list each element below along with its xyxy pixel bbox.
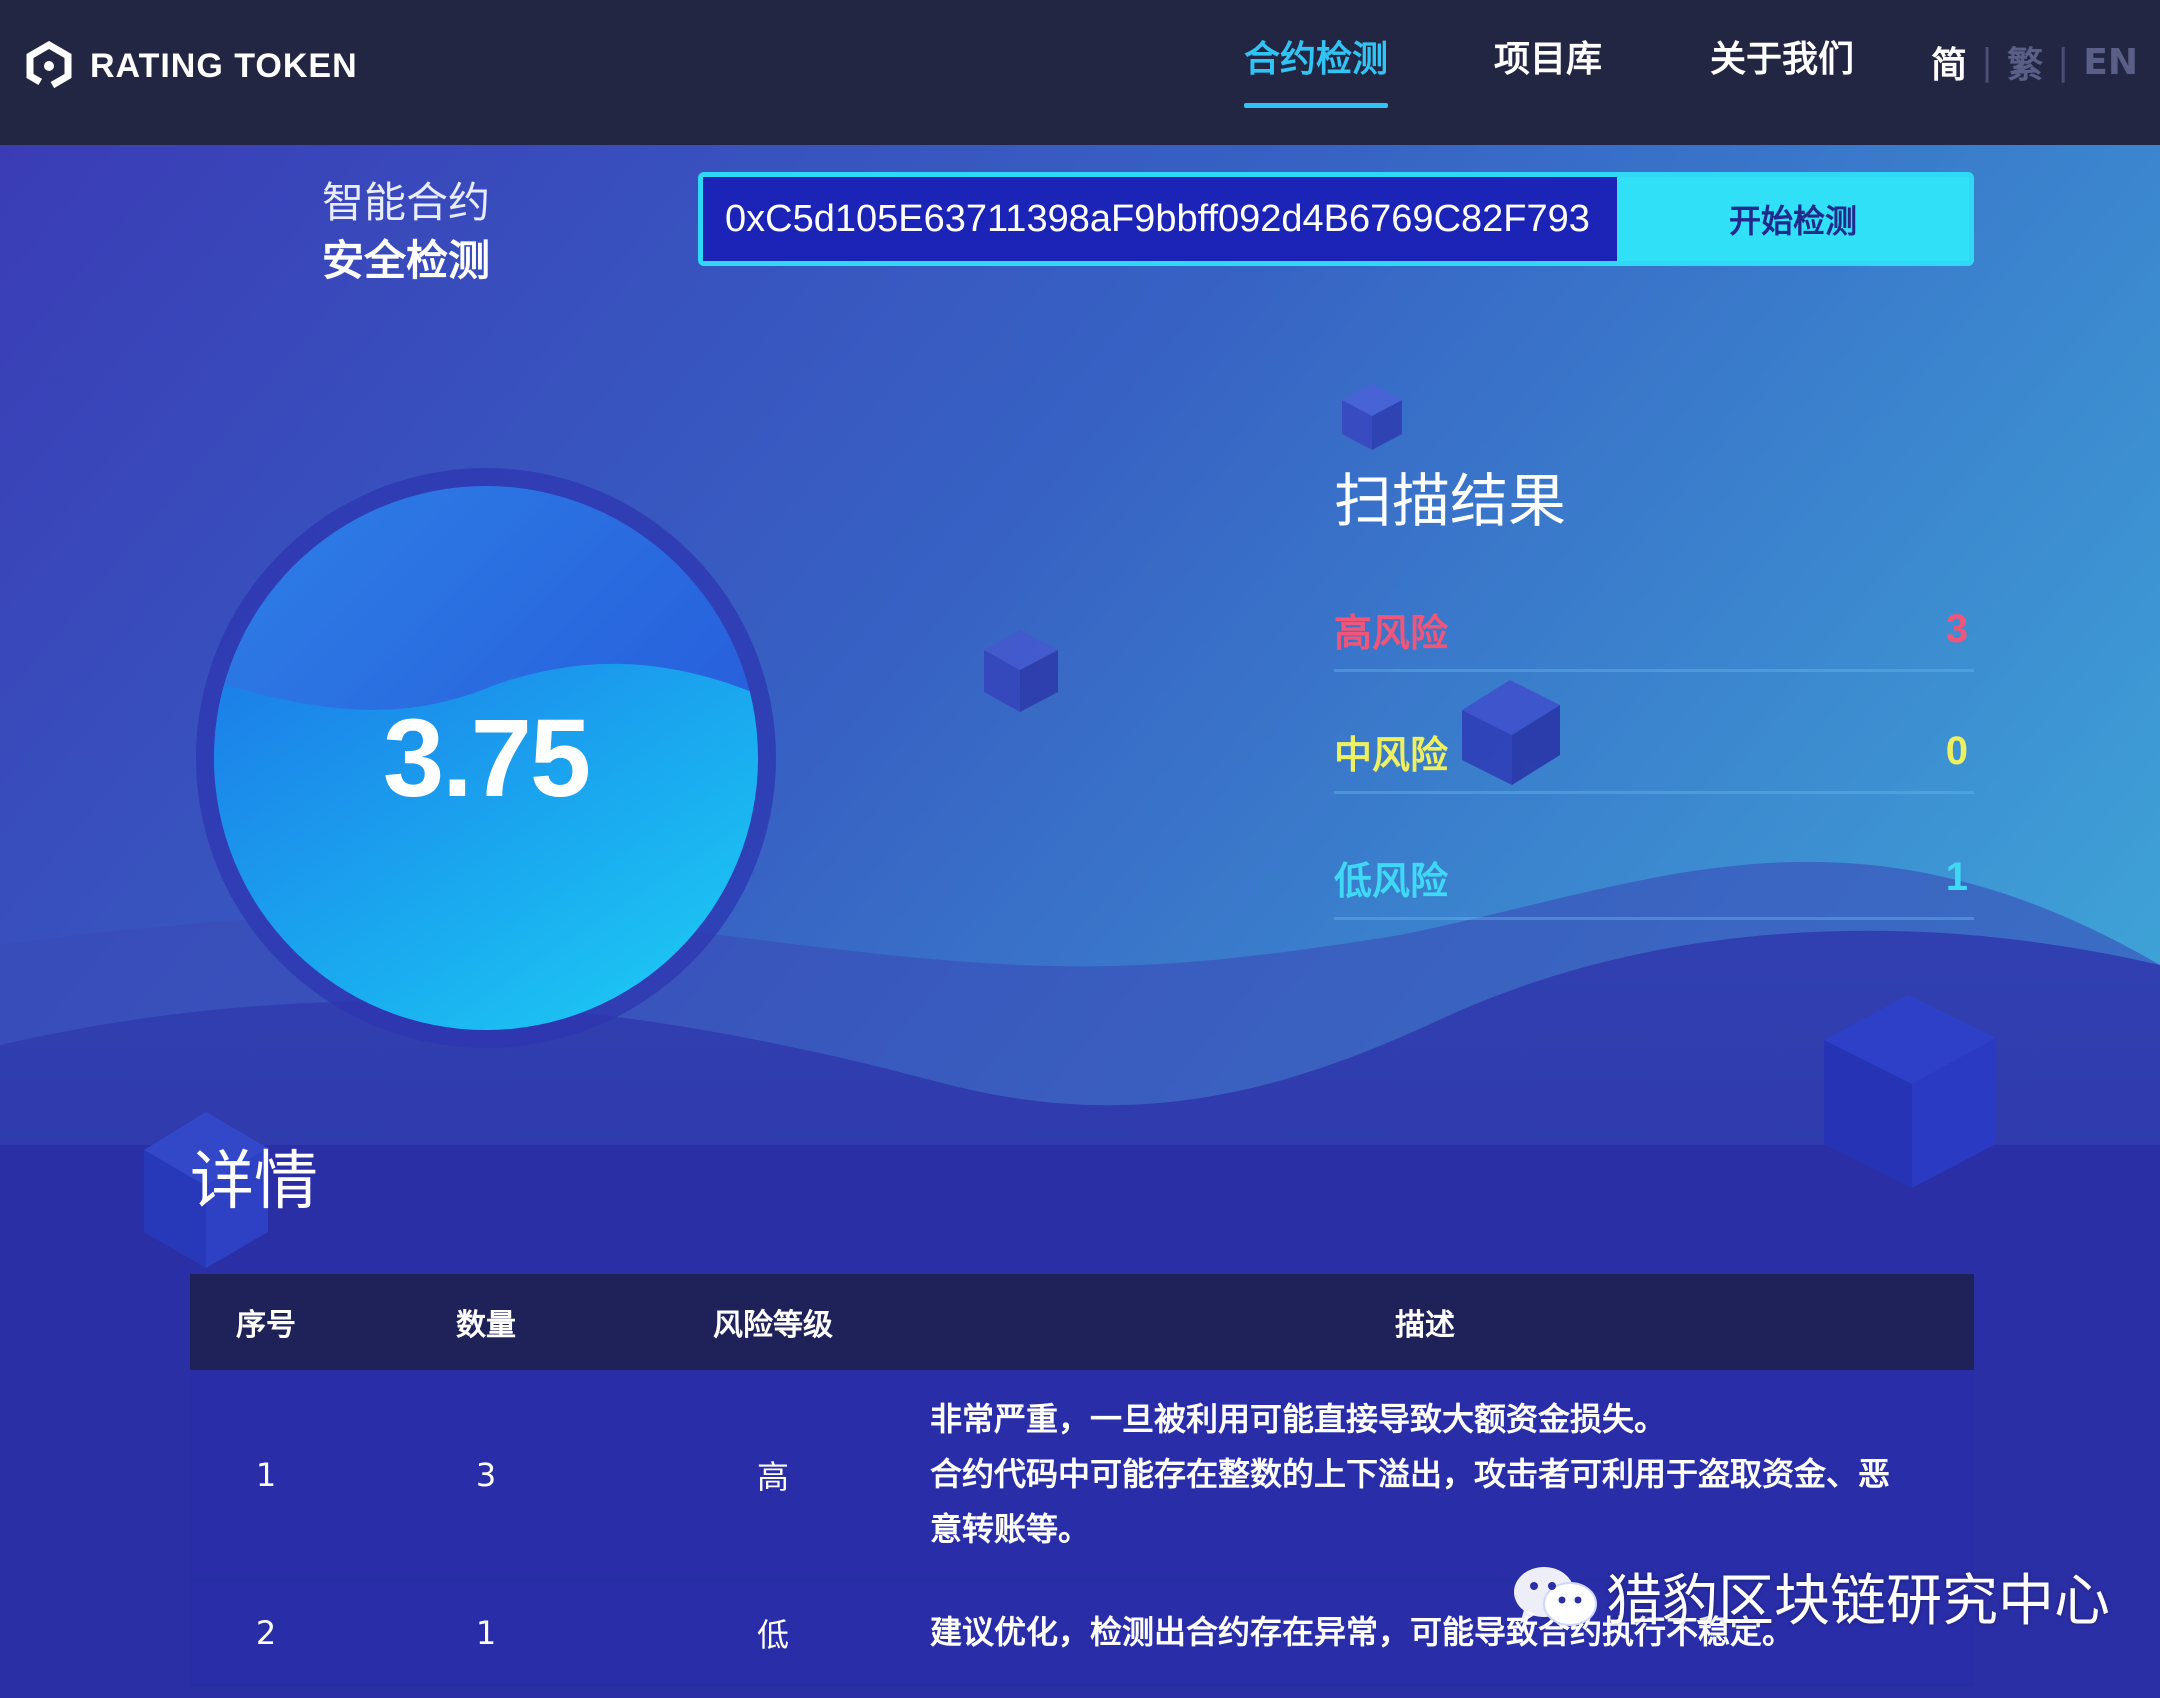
- score-value: 3.75: [382, 696, 591, 820]
- cell-count: 1: [475, 1613, 497, 1652]
- cube-large-right: [1824, 995, 1996, 1188]
- nav-contract-check-label: 合约检测: [1244, 39, 1389, 80]
- table-header: 序号 数量 风险等级 描述: [190, 1274, 1974, 1370]
- lang-separator: |: [2057, 41, 2070, 83]
- cube-mid: [984, 630, 1058, 712]
- risk-label-medium: 中风险: [1334, 733, 1449, 777]
- description-line: 非常严重，一旦被利用可能直接导致大额资金损失。: [930, 1400, 1667, 1438]
- watermark: 猎豹区块链研究中心: [1510, 1556, 2110, 1637]
- lang-simplified[interactable]: 简: [1931, 36, 1967, 88]
- risk-row-low: 低风险 1: [1334, 838, 1974, 920]
- language-switcher: 简 | 繁 | EN: [1931, 36, 2138, 88]
- lang-traditional[interactable]: 繁: [2007, 36, 2043, 88]
- nav-active-underline: [1244, 103, 1389, 108]
- cell-level: 高: [756, 1457, 789, 1496]
- logo[interactable]: RATING TOKEN: [24, 34, 358, 98]
- section-title-line1: 智能合约: [322, 178, 491, 227]
- risk-count-high: 3: [1945, 607, 1968, 651]
- logo-text: RATING TOKEN: [90, 46, 358, 85]
- risk-count-medium: 0: [1945, 729, 1968, 773]
- risk-row-medium: 中风险 0: [1334, 712, 1974, 794]
- table-row: 1 3 高 非常严重，一旦被利用可能直接导致大额资金损失。 合约代码中可能存在整…: [190, 1370, 1974, 1582]
- nav-about-us-label: 关于我们: [1710, 39, 1855, 80]
- nav-about-us[interactable]: 关于我们: [1710, 30, 1854, 100]
- cell-index: 1: [255, 1455, 277, 1494]
- security-score-gauge: 3.75: [192, 464, 780, 1052]
- nav-project-library-label: 项目库: [1494, 39, 1603, 80]
- column-header-count: 数量: [456, 1308, 516, 1343]
- section-title: 智能合约 安全检测: [322, 174, 490, 290]
- top-navigation-bar: RATING TOKEN 合约检测 项目库 关于我们 简 | 繁 | EN: [0, 0, 2160, 145]
- cell-description: 非常严重，一旦被利用可能直接导致大额资金损失。 合约代码中可能存在整数的上下溢出…: [916, 1392, 1974, 1557]
- rating-token-logo-icon: [26, 41, 72, 91]
- lang-english[interactable]: EN: [2083, 42, 2138, 83]
- risk-label-low: 低风险: [1334, 859, 1449, 903]
- nav-project-library[interactable]: 项目库: [1494, 30, 1602, 100]
- column-header-level: 风险等级: [713, 1308, 833, 1343]
- details-title: 详情: [190, 1145, 318, 1219]
- page: RATING TOKEN 合约检测 项目库 关于我们 简 | 繁 | EN 智能…: [0, 0, 2160, 1698]
- description-line: 合约代码中可能存在整数的上下溢出，攻击者可利用于盗取资金、恶: [930, 1455, 1891, 1493]
- risk-label-high: 高风险: [1334, 611, 1449, 655]
- column-header-description: 描述: [1395, 1308, 1455, 1343]
- nav-contract-check[interactable]: 合约检测: [1244, 30, 1389, 108]
- cell-count: 3: [475, 1455, 497, 1494]
- wechat-icon: [1514, 1566, 1597, 1626]
- scan-results-title: 扫描结果: [1334, 467, 1567, 535]
- risk-count-low: 1: [1945, 855, 1968, 899]
- cube-small: [1342, 384, 1402, 450]
- section-title-line2: 安全检测: [322, 236, 491, 285]
- description-line: 意转账等。: [930, 1510, 1091, 1548]
- lang-separator: |: [1980, 41, 1994, 83]
- cell-level: 低: [756, 1615, 789, 1654]
- risk-row-high: 高风险 3: [1334, 590, 1974, 672]
- start-check-button[interactable]: 开始检测: [1617, 177, 1969, 261]
- column-header-index: 序号: [236, 1308, 296, 1343]
- contract-search-bar: 开始检测: [698, 172, 1974, 266]
- cell-index: 2: [255, 1613, 277, 1652]
- contract-address-input[interactable]: [703, 177, 1617, 261]
- watermark-text: 猎豹区块链研究中心: [1606, 1569, 2110, 1634]
